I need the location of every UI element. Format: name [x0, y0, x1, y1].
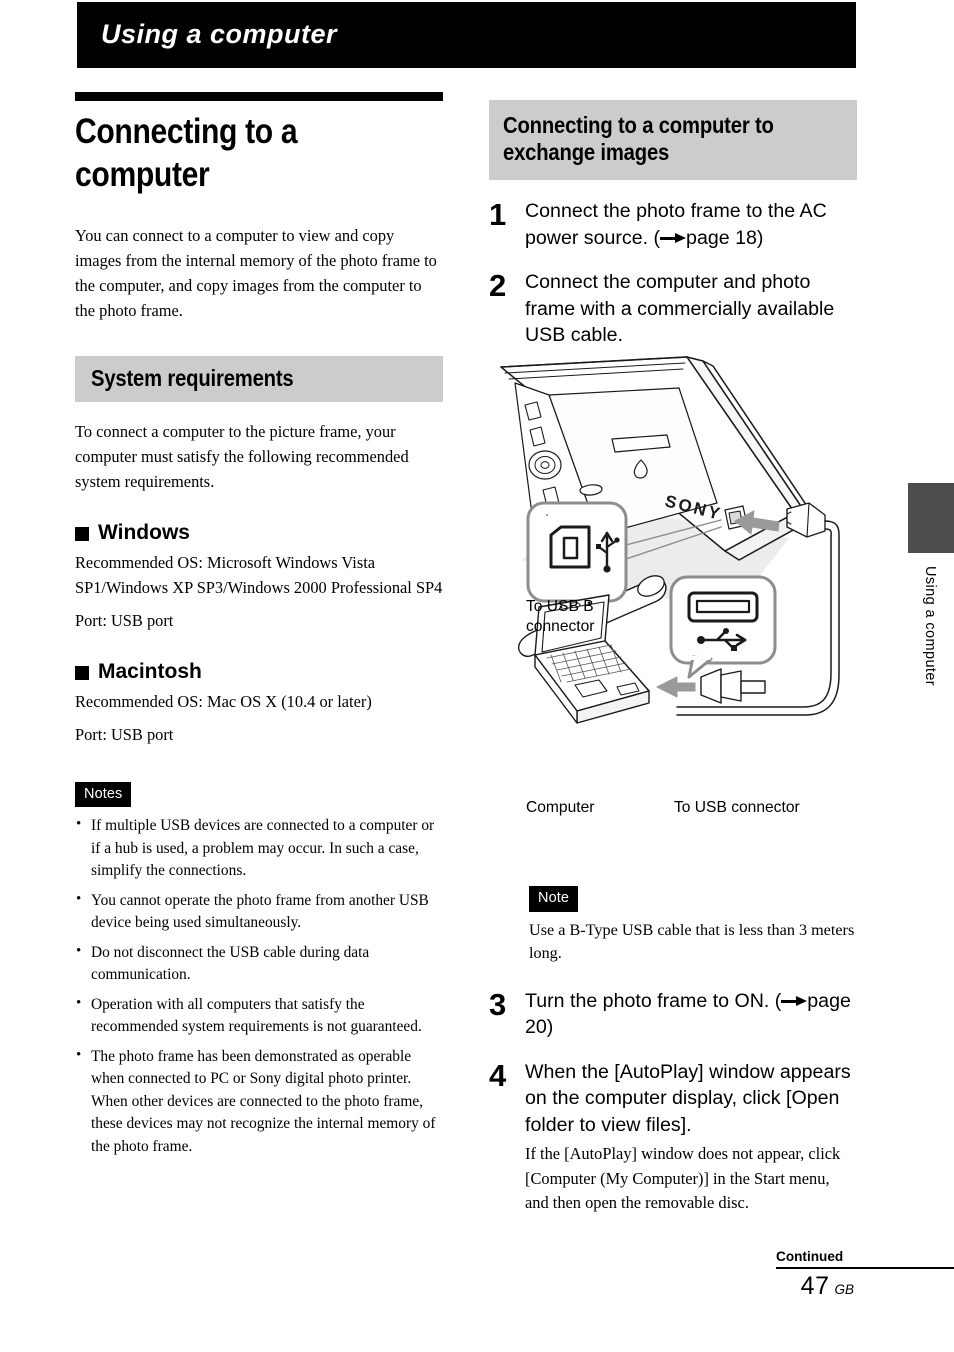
- step-body: Connect the computer and photo frame wit…: [525, 269, 857, 348]
- chapter-side-tab: [908, 483, 954, 553]
- list-item: You cannot operate the photo frame from …: [75, 889, 447, 935]
- page-region-code: GB: [834, 1282, 854, 1297]
- list-item: The photo frame has been demonstrated as…: [75, 1045, 447, 1158]
- step-number: 2: [489, 268, 507, 304]
- step-text: Turn the photo frame to ON. (page 20): [525, 988, 857, 1041]
- windows-port-line: Port: USB port: [75, 610, 174, 630]
- illustration-svg: SONY: [500, 356, 840, 724]
- left-column: Connecting to a computer You can connect…: [72, 92, 444, 1158]
- chapter-side-tab-label: Using a computer: [922, 566, 938, 687]
- right-column: Connecting to a computer to exchange ima…: [489, 100, 857, 348]
- square-bullet-icon: [75, 527, 89, 542]
- step-number: 3: [489, 986, 507, 1022]
- macintosh-port-line: Port: USB port: [75, 724, 174, 744]
- windows-heading: Windows: [75, 521, 444, 545]
- page-number-row: 47 GB: [776, 1269, 954, 1301]
- intro-paragraph: You can connect to a computer to view an…: [75, 226, 437, 321]
- list-item: Operation with all computers that satisf…: [75, 993, 447, 1039]
- windows-heading-label: Windows: [98, 521, 190, 545]
- caption-usb-connector: To USB connector: [674, 799, 800, 816]
- right-column-lower: Note Use a B-Type USB cable that is less…: [489, 860, 857, 1216]
- notes-tag: Notes: [75, 781, 132, 808]
- exchange-images-heading-text: Connecting to a computer to exchange ima…: [503, 112, 774, 166]
- step-text: Connect the computer and photo frame wit…: [525, 271, 835, 346]
- exchange-images-heading: Connecting to a computer to exchange ima…: [489, 100, 857, 181]
- step-number: 1: [489, 197, 507, 233]
- continued-label: Continued: [776, 1249, 844, 1264]
- usb-connection-illustration: SONY To USB B connector Computer To USB …: [489, 355, 857, 825]
- macintosh-os-line: Recommended OS: Mac OS X (10.4 or later): [75, 691, 372, 711]
- notes-block: Notes If multiple USB devices are connec…: [75, 781, 447, 1158]
- step-body: Connect the photo frame to the AC power …: [525, 198, 857, 251]
- system-requirements-intro: To connect a computer to the picture fra…: [75, 422, 409, 492]
- macintosh-heading-label: Macintosh: [98, 659, 202, 683]
- notes-list: If multiple USB devices are connected to…: [75, 814, 447, 1158]
- note-block: Note Use a B-Type USB cable that is less…: [529, 886, 857, 966]
- caption-usb-b-connector: To USB B connector: [526, 598, 595, 636]
- step-3: 3 Turn the photo frame to ON. (page 20): [489, 988, 857, 1041]
- windows-os-line: Recommended OS: Microsoft Windows Vista …: [75, 553, 443, 597]
- step-number: 4: [489, 1057, 507, 1093]
- step-text-after: page 18): [686, 226, 764, 249]
- caption-computer: Computer: [526, 799, 595, 816]
- chapter-title: Connecting to a computer: [75, 112, 298, 194]
- macintosh-heading: Macintosh: [75, 660, 444, 684]
- step-text: When the [AutoPlay] window appears on th…: [525, 1060, 851, 1136]
- step-2: 2 Connect the computer and photo frame w…: [489, 269, 857, 348]
- chapter-title-rule: [75, 92, 443, 101]
- step-4: 4 When the [AutoPlay] window appears on …: [489, 1059, 857, 1216]
- step-text: Connect the photo frame to the AC power …: [525, 198, 857, 251]
- list-item: Do not disconnect the USB cable during d…: [75, 941, 447, 987]
- page-number: 47: [800, 1272, 830, 1300]
- step-sub-text: If the [AutoPlay] window does not appear…: [525, 1144, 841, 1213]
- running-head-bar: Using a computer: [77, 2, 856, 68]
- note-body: Use a B-Type USB cable that is less than…: [529, 920, 855, 963]
- page-arrow-icon: [781, 995, 808, 1006]
- note-tag: Note: [529, 886, 579, 912]
- step-body: When the [AutoPlay] window appears on th…: [525, 1059, 857, 1216]
- page-arrow-icon: [660, 232, 687, 243]
- page-footer: Continued 47 GB: [776, 1249, 954, 1301]
- square-bullet-icon: [75, 665, 89, 680]
- step-body: Turn the photo frame to ON. (page 20): [525, 988, 857, 1041]
- system-requirements-heading: System requirements: [75, 356, 443, 403]
- step-text-before: Turn the photo frame to ON. (: [525, 989, 782, 1012]
- running-head-label: Using a computer: [101, 18, 338, 49]
- system-requirements-heading-text: System requirements: [91, 365, 294, 392]
- list-item: If multiple USB devices are connected to…: [75, 814, 447, 882]
- step-1: 1 Connect the photo frame to the AC powe…: [489, 198, 857, 251]
